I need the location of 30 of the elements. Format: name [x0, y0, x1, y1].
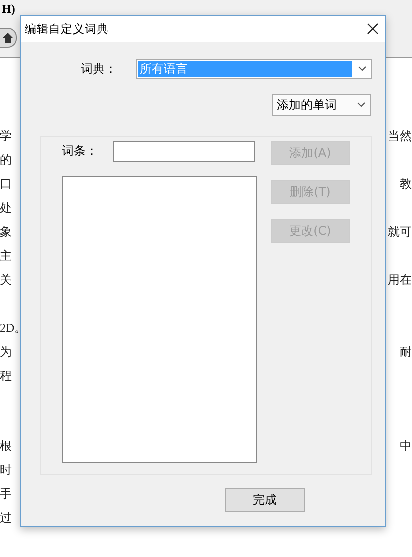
document-text: 学 [0, 128, 12, 144]
menu-text: H) [1, 1, 16, 18]
document-text: 教 [400, 176, 412, 192]
document-text: 的 [0, 152, 12, 168]
document-text: 用在 [388, 272, 412, 288]
dictionary-label: 词典： [81, 60, 118, 78]
document-text: 主 [0, 248, 12, 264]
done-button[interactable]: 完成 [225, 488, 305, 512]
document-text: 象 [0, 224, 12, 240]
entry-field[interactable] [113, 141, 255, 162]
home-icon[interactable] [0, 28, 17, 48]
window-title: 编辑自定义词典 [25, 22, 109, 36]
dictionary-dropdown[interactable]: 所有语言 [136, 59, 372, 79]
document-text: 中 [400, 438, 412, 454]
document-text: 时 [0, 462, 12, 478]
close-icon[interactable] [367, 23, 379, 35]
document-text: 当然 [388, 128, 412, 144]
document-text: 2D。 [0, 320, 27, 336]
document-text: 根 [0, 438, 12, 454]
document-text: 口 [0, 176, 12, 192]
document-text: 手 [0, 486, 12, 502]
entry-label: 词条： [62, 143, 99, 160]
document-text: 就可 [388, 224, 412, 240]
document-text: 处 [0, 200, 12, 216]
filter-dropdown[interactable]: 添加的单词 [272, 94, 371, 116]
document-text: 为 [0, 344, 12, 360]
document-text: 耐 [400, 344, 412, 360]
document-text: 过 [0, 510, 12, 526]
document-text: 程 [0, 368, 12, 384]
document-text: 关 [0, 272, 12, 288]
